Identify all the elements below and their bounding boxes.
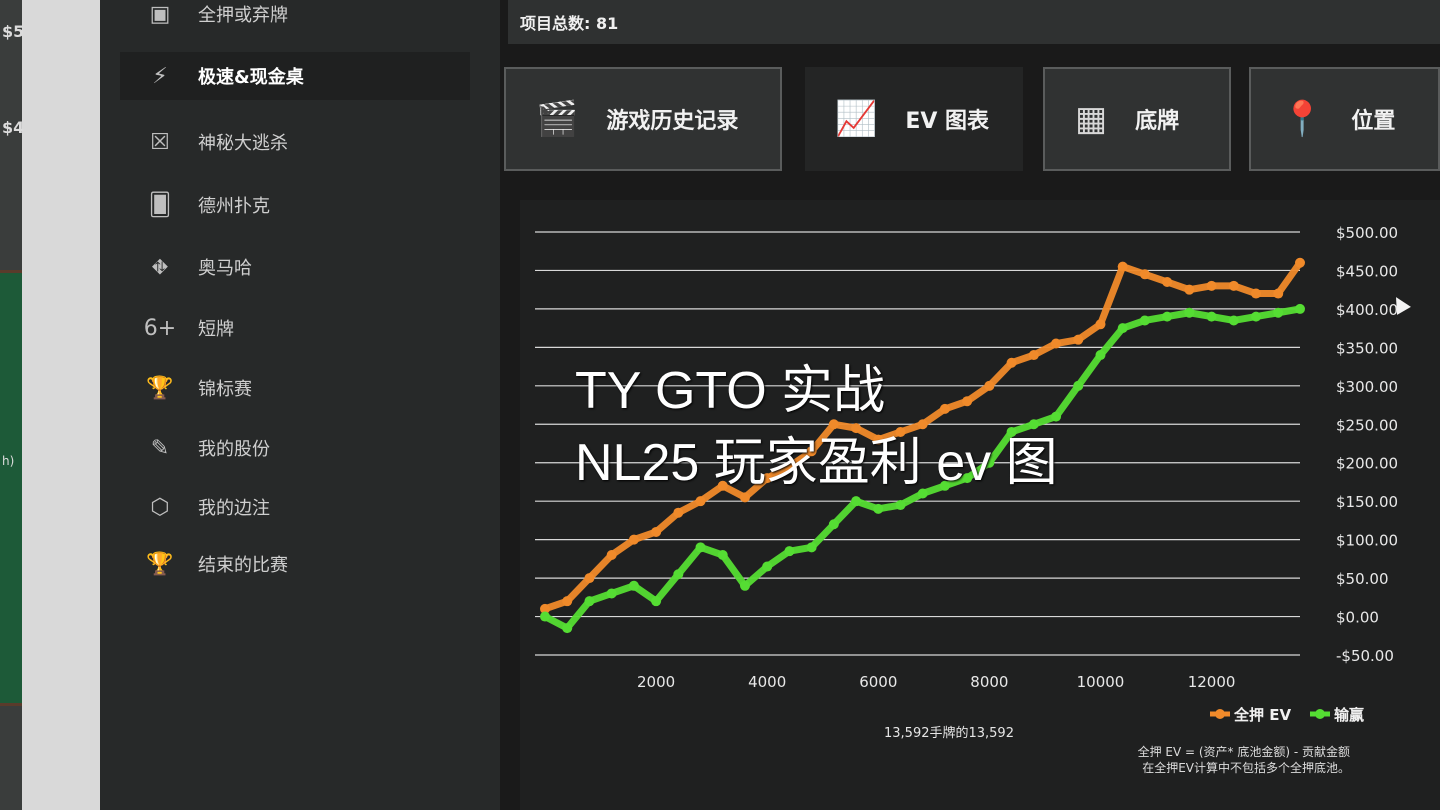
legend-label: 全押 EV	[1233, 706, 1291, 724]
y-tick-label: $450.00	[1336, 262, 1398, 280]
legend-label: 输赢	[1334, 706, 1364, 724]
x-tick-label: 8000	[970, 673, 1008, 691]
x-tick-label: 2000	[637, 673, 675, 691]
data-point	[651, 596, 662, 607]
data-point	[651, 526, 662, 537]
x-tick-label: 4000	[748, 673, 786, 691]
data-point	[1184, 284, 1195, 295]
data-point	[1073, 334, 1084, 345]
data-point	[606, 550, 617, 561]
data-point	[1206, 280, 1217, 291]
y-tick-label: $50.00	[1336, 570, 1389, 588]
y-tick-label: $350.00	[1336, 339, 1398, 357]
data-point	[606, 588, 617, 599]
data-point	[1051, 338, 1062, 349]
data-point	[1251, 288, 1262, 299]
y-tick-label: $400.00	[1336, 301, 1398, 319]
overlay-caption-line1: TY GTO 实战	[575, 362, 886, 420]
data-point	[895, 500, 906, 511]
footnote-line1: 全押 EV = (资产* 底池金额) - 贡献金额	[1137, 745, 1350, 759]
overlay-caption-line2: NL25 玩家盈利 ev 图	[575, 434, 1058, 492]
data-point	[540, 611, 550, 622]
data-point	[1251, 311, 1262, 322]
data-point	[673, 569, 684, 580]
x-tick-label: 10000	[1077, 673, 1125, 691]
data-point	[673, 507, 684, 518]
data-point	[1184, 307, 1195, 318]
x-tick-label: 12000	[1188, 673, 1236, 691]
data-point	[695, 542, 706, 553]
data-point	[1117, 323, 1128, 334]
data-point	[806, 542, 817, 553]
data-point	[1206, 311, 1217, 322]
data-point	[873, 503, 884, 514]
y-tick-label: $200.00	[1336, 455, 1398, 473]
x-tick-label: 6000	[859, 673, 897, 691]
data-point	[1073, 380, 1084, 391]
hands-count-label: 13,592手牌的13,592	[884, 726, 1014, 741]
data-point	[562, 623, 573, 634]
y-tick-label: $500.00	[1336, 224, 1398, 242]
y-tick-label: $100.00	[1336, 532, 1398, 550]
data-point	[1139, 315, 1150, 326]
data-point	[828, 519, 839, 530]
data-point	[1095, 350, 1106, 361]
y-tick-label: $250.00	[1336, 416, 1398, 434]
data-point	[584, 596, 595, 607]
y-tick-label: -$50.00	[1336, 647, 1394, 665]
data-point	[628, 580, 639, 591]
legend-marker	[1215, 709, 1225, 719]
data-point	[717, 550, 728, 561]
y-tick-label: $300.00	[1336, 378, 1398, 396]
data-point	[1228, 280, 1239, 291]
data-point	[1095, 319, 1106, 330]
data-point	[1162, 311, 1173, 322]
data-point	[1273, 307, 1284, 318]
data-point	[1117, 261, 1128, 272]
data-point	[1273, 288, 1284, 299]
data-point	[762, 561, 773, 572]
data-point	[1295, 303, 1305, 314]
y-tick-label: $150.00	[1336, 493, 1398, 511]
data-point	[784, 546, 795, 557]
data-point	[1295, 257, 1305, 268]
data-point	[628, 534, 639, 545]
data-point	[1139, 269, 1150, 280]
overlay-caption: TY GTO 实战 NL25 玩家盈利 ev 图	[575, 355, 1058, 499]
footnote-line2: 在全押EV计算中不包括多个全押底池。	[1142, 761, 1350, 775]
data-point	[1228, 315, 1239, 326]
legend-marker	[1315, 709, 1325, 719]
data-point	[584, 573, 595, 584]
y-tick-label: $0.00	[1336, 609, 1379, 627]
data-point	[1162, 276, 1173, 287]
data-point	[739, 580, 750, 591]
data-point	[562, 596, 573, 607]
allin-ev-footnote: 全押 EV = (资产* 底池金额) - 贡献金额 在全押EV计算中不包括多个全…	[1030, 744, 1350, 776]
